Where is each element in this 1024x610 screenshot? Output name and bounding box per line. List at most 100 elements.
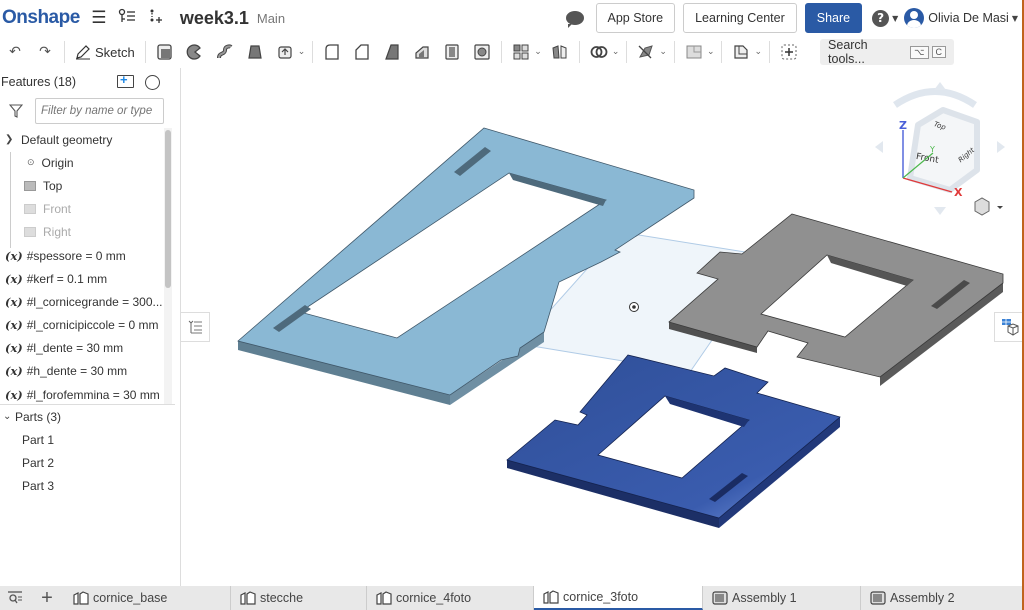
feature-tree-scrollbar[interactable] — [164, 128, 172, 404]
variable-item[interactable]: (x) #h_dente = 30 mm — [0, 360, 175, 383]
part-2-body[interactable] — [668, 213, 1004, 386]
draft-icon[interactable] — [381, 41, 403, 63]
origin-label: Origin — [41, 155, 74, 170]
boolean-icon[interactable] — [588, 41, 610, 63]
variable-item[interactable]: (x) #l_forofemmina = 30 mm — [0, 383, 175, 404]
part-item[interactable]: Part 3 — [0, 475, 175, 498]
revolve-icon[interactable] — [184, 41, 206, 63]
chevron-down-icon[interactable]: ⌄ — [3, 411, 15, 422]
features-title: Features (18) — [1, 75, 77, 89]
thicken-icon[interactable] — [274, 41, 296, 63]
search-tools-input[interactable]: Search tools... ⌥ C — [820, 38, 955, 66]
plane-icon — [24, 204, 36, 215]
thicken-dropdown-icon[interactable]: ⌄ — [298, 47, 306, 57]
share-button[interactable]: Share — [804, 3, 863, 33]
default-geometry-group[interactable]: ❯ Default geometry — [0, 128, 175, 151]
shell-icon[interactable] — [441, 41, 463, 63]
view-options-button[interactable] — [974, 197, 1003, 216]
loft-icon[interactable] — [244, 41, 266, 63]
part-item[interactable]: Part 2 — [0, 451, 175, 474]
graphics-area[interactable]: Top Front Right Z X Y — [181, 68, 1024, 586]
chamfer-icon[interactable] — [351, 41, 373, 63]
boolean-dropdown-icon[interactable]: ⌄ — [612, 47, 620, 57]
add-tab-icon[interactable]: + — [30, 586, 64, 610]
variable-icon: (x) — [5, 271, 23, 286]
part-item[interactable]: Part 1 — [0, 428, 175, 451]
rollback-timer-icon[interactable] — [145, 75, 160, 90]
split-dropdown-icon[interactable]: ⌄ — [659, 47, 667, 57]
tab-cornice-base[interactable]: cornice_base — [64, 586, 231, 610]
y-axis-label: Y — [929, 145, 935, 154]
undo-icon[interactable]: ↶ — [4, 41, 26, 63]
view-arrow-left-icon[interactable] — [875, 141, 883, 153]
view-cube[interactable]: Top Front Right Z X Y — [875, 82, 1005, 215]
sweep-icon[interactable] — [214, 41, 236, 63]
filter-icon[interactable] — [8, 104, 24, 118]
sheet-metal-icon[interactable] — [730, 41, 752, 63]
user-name[interactable]: Olivia De Masi — [928, 11, 1009, 25]
plane-icon[interactable] — [683, 41, 705, 63]
variable-item[interactable]: (x) #kerf = 0.1 mm — [0, 267, 175, 290]
pattern-icon[interactable] — [510, 41, 532, 63]
tree-item-right[interactable]: Right — [0, 221, 175, 244]
appearance-table-icon — [1001, 319, 1018, 336]
parts-list: ⌄ Parts (3) Part 1 Part 2 Part 3 — [0, 404, 175, 498]
parts-group[interactable]: ⌄ Parts (3) — [0, 405, 175, 428]
document-title[interactable]: week3.1 — [180, 8, 249, 29]
rib-icon[interactable] — [411, 41, 433, 63]
tree-item-front[interactable]: Front — [0, 198, 175, 221]
variable-item[interactable]: (x) #l_cornicipiccole = 0 mm — [0, 314, 175, 337]
tab-cornice-3foto[interactable]: cornice_3foto — [534, 586, 703, 610]
variable-item[interactable]: (x) #l_dente = 30 mm — [0, 337, 175, 360]
feature-list-icon[interactable] — [118, 8, 136, 29]
scrollbar-thumb[interactable] — [165, 130, 171, 288]
tab-assembly-1[interactable]: Assembly 1 — [703, 586, 861, 610]
hamburger-icon[interactable]: ☰ — [90, 8, 108, 28]
plane-dropdown-icon[interactable]: ⌄ — [707, 47, 715, 57]
comments-icon[interactable] — [565, 11, 584, 28]
rotate-arrow-icon[interactable] — [893, 88, 977, 108]
tree-item-origin[interactable]: ⊙ Origin — [0, 151, 175, 174]
onshape-logo[interactable]: Onshape — [2, 7, 80, 29]
extrude-icon[interactable] — [154, 41, 176, 63]
tab-assembly-2[interactable]: Assembly 2 — [861, 586, 1019, 610]
help-dropdown-icon[interactable]: ▼ — [892, 14, 898, 23]
pattern-dropdown-icon[interactable]: ⌄ — [534, 47, 542, 57]
user-dropdown-icon[interactable]: ▼ — [1012, 14, 1018, 23]
view-arrow-right-icon[interactable] — [997, 141, 1005, 153]
feature-panel: Features (18) ❯ Default geometry ⊙ Origi… — [0, 68, 181, 586]
view-options-caret-icon[interactable] — [997, 206, 1003, 209]
branch-name[interactable]: Main — [257, 11, 285, 26]
help-icon[interactable]: ? — [872, 9, 890, 27]
part-3-body[interactable] — [506, 354, 841, 528]
user-avatar[interactable] — [904, 8, 925, 28]
feature-list-toggle[interactable] — [180, 312, 210, 342]
add-folder-icon[interactable] — [117, 72, 134, 88]
tab-stecche[interactable]: stecche — [231, 586, 367, 610]
split-icon[interactable] — [635, 41, 657, 63]
view-arrow-down-icon[interactable] — [934, 207, 946, 215]
sheet-metal-dropdown-icon[interactable]: ⌄ — [754, 47, 762, 57]
learning-center-button[interactable]: Learning Center — [683, 3, 797, 33]
view-arrow-up-icon[interactable] — [934, 82, 946, 90]
redo-icon[interactable]: ↷ — [34, 41, 56, 63]
tree-item-top[interactable]: Top — [0, 174, 175, 197]
sketch-button[interactable]: Sketch — [75, 44, 135, 60]
model-canvas[interactable]: Top Front Right Z X Y — [181, 68, 1024, 586]
search-tabs-icon[interactable] — [0, 586, 30, 610]
shortcut-key-option: ⌥ — [910, 45, 929, 59]
hole-icon[interactable] — [471, 41, 493, 63]
filter-input[interactable] — [35, 98, 164, 124]
cube-view-icon[interactable] — [974, 197, 990, 216]
add-custom-feature-icon[interactable] — [778, 41, 800, 63]
appearance-panel-toggle[interactable] — [994, 312, 1024, 342]
fillet-icon[interactable] — [321, 41, 343, 63]
app-store-button[interactable]: App Store — [595, 3, 676, 33]
variable-item[interactable]: (x) #spessore = 0 mm — [0, 244, 175, 267]
tab-cornice-4foto[interactable]: cornice_4foto — [367, 586, 534, 610]
insert-icon[interactable] — [146, 8, 164, 29]
chevron-down-icon[interactable]: ❯ — [5, 134, 17, 145]
origin-marker[interactable] — [629, 302, 639, 312]
mirror-icon[interactable] — [549, 41, 571, 63]
variable-item[interactable]: (x) #l_cornicegrande = 300... — [0, 290, 175, 313]
